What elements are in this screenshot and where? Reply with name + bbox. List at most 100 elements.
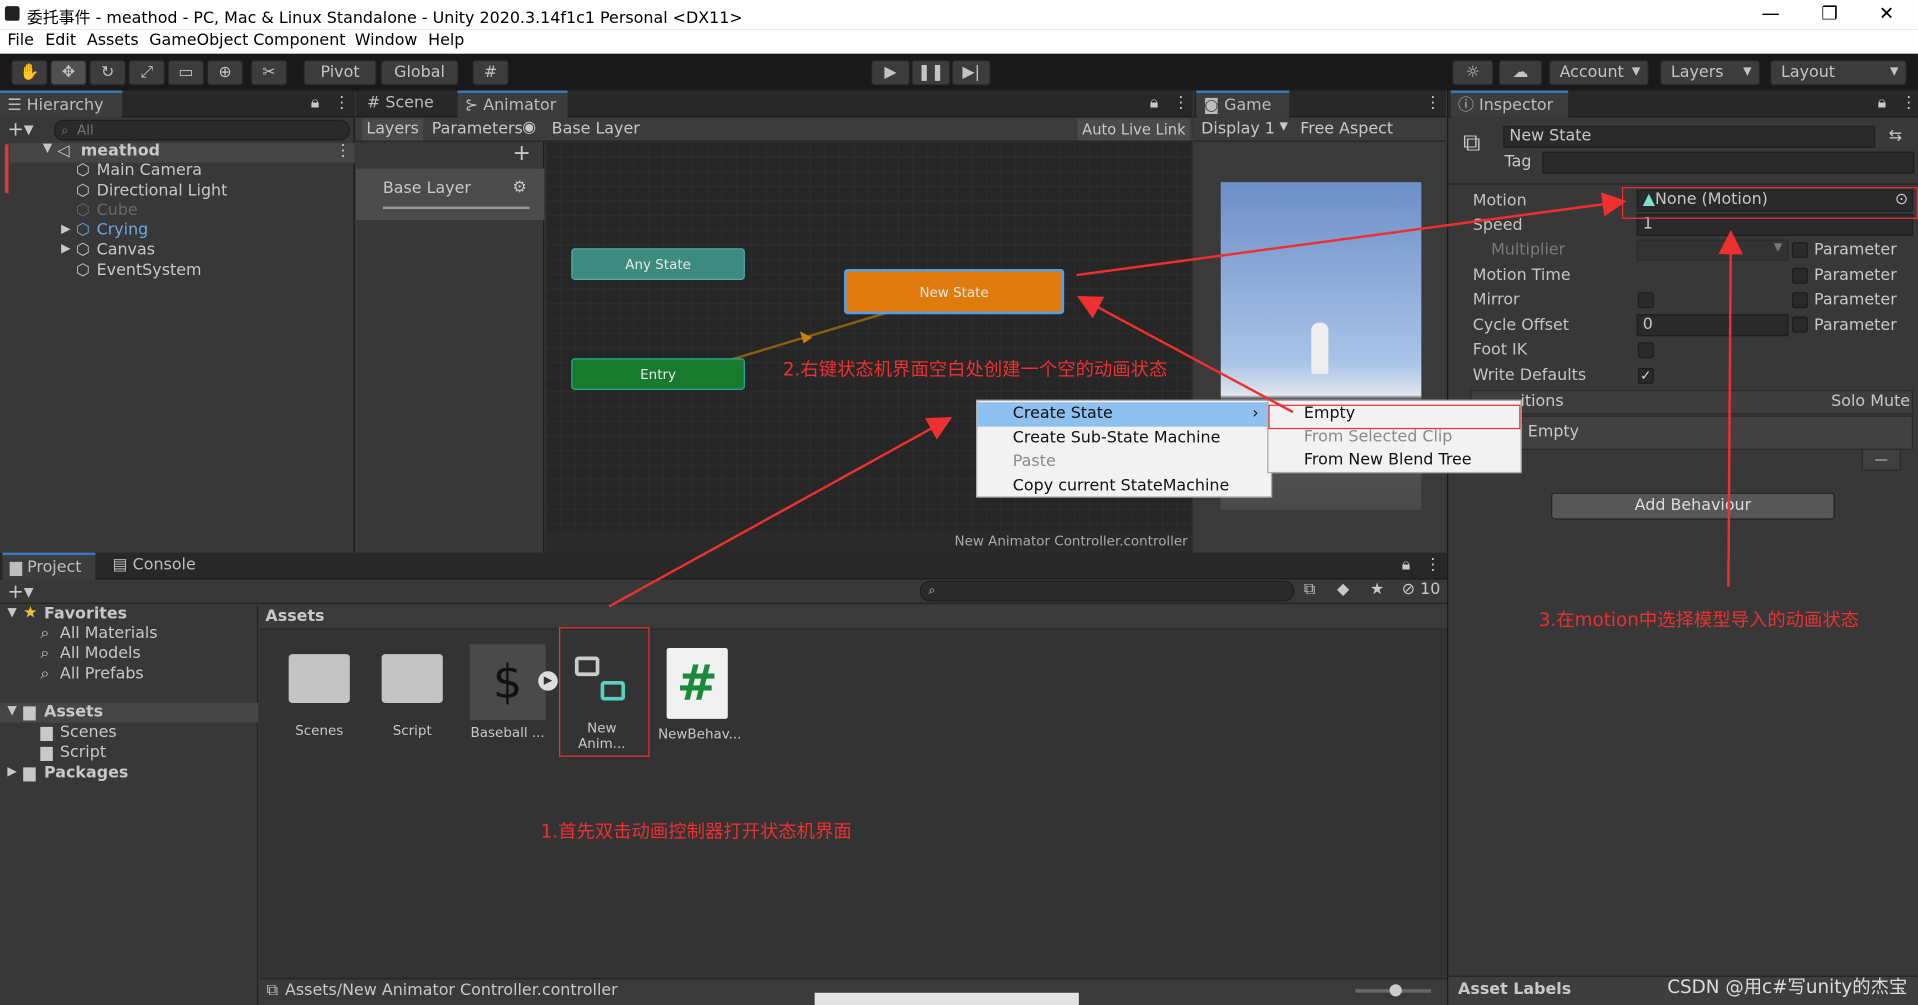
tab-animator[interactable]: ⊱ Animator [457, 90, 568, 118]
asset-item[interactable]: $ ▶ Baseball ... [468, 644, 558, 741]
layers-dropdown[interactable]: Layers ▼ [1659, 59, 1761, 86]
folder-script[interactable]: Script [60, 743, 106, 761]
write-defaults-checkbox[interactable]: ✓ [1637, 368, 1654, 384]
kebab-menu-icon[interactable]: ⋮ [334, 94, 350, 112]
fav-all-models[interactable]: All Models [60, 644, 141, 662]
expand-arrow-icon[interactable]: ▼ [7, 704, 16, 717]
menu-create-sub-state-machine[interactable]: Create Sub-State Machine [977, 427, 1271, 451]
display-dropdown[interactable]: Display 1 [1201, 120, 1275, 138]
multiplier-dropdown[interactable]: ▼ [1636, 239, 1789, 261]
tag-field[interactable] [1542, 151, 1915, 174]
submenu-from-new-blend-tree[interactable]: From New Blend Tree [1268, 449, 1520, 473]
filter-type-icon[interactable]: ⧉ [1304, 581, 1315, 599]
scale-tool-icon[interactable]: ⤢ [128, 59, 166, 86]
menu-assets[interactable]: Assets [87, 32, 139, 50]
tab-inspector[interactable]: ⓘ Inspector [1450, 90, 1569, 118]
eye-icon[interactable]: ◉ [522, 119, 536, 137]
play-button[interactable]: ▶ [870, 59, 911, 86]
close-button[interactable]: ✕ [1879, 2, 1894, 24]
layout-dropdown[interactable]: Layout ▼ [1769, 59, 1907, 86]
hidden-packages-icon[interactable]: ⊘ [1402, 581, 1415, 599]
hierarchy-item-eventsystem[interactable]: EventSystem [97, 262, 202, 280]
expand-arrow-icon[interactable]: ▼ [43, 142, 52, 155]
project-search-input[interactable]: ⌕ [919, 580, 1295, 602]
layer-weight-slider[interactable] [382, 206, 530, 210]
hierarchy-item-crying[interactable]: Crying [97, 221, 149, 239]
mirror-param-checkbox[interactable] [1791, 292, 1808, 309]
create-button[interactable]: +▾ [7, 580, 33, 603]
menu-file[interactable]: File [7, 32, 34, 50]
scene-menu-icon[interactable]: ⋮ [335, 142, 351, 160]
add-button[interactable]: +▾ [7, 117, 33, 140]
kebab-menu-icon[interactable]: ⋮ [1425, 556, 1441, 574]
tab-hierarchy[interactable]: ☰ Hierarchy [0, 90, 123, 118]
menu-edit[interactable]: Edit [45, 32, 76, 50]
collab-icon[interactable]: ☼ [1451, 59, 1494, 86]
scene-name[interactable]: meathod [81, 142, 160, 160]
kebab-menu-icon[interactable]: ⋮ [1425, 94, 1441, 112]
expand-arrow-icon[interactable]: ▶ [61, 242, 70, 255]
minimize-button[interactable]: — [1761, 2, 1779, 24]
settings-icon[interactable]: ⇆ [1889, 127, 1902, 145]
hierarchy-item-cube[interactable]: Cube [97, 202, 138, 220]
lock-icon[interactable]: 🔒︎ [311, 94, 319, 112]
asset-item[interactable]: # NewBehav... [658, 644, 741, 742]
cloud-icon[interactable]: ☁ [1498, 59, 1543, 86]
pivot-button[interactable]: Pivot [303, 59, 377, 86]
hierarchy-search-input[interactable]: ⌕ All [53, 119, 350, 141]
assets-folder-label[interactable]: Assets [44, 703, 103, 721]
icon-size-slider[interactable] [1355, 984, 1432, 997]
motion-time-param-checkbox[interactable] [1791, 267, 1808, 284]
account-dropdown[interactable]: Account ▼ [1548, 59, 1649, 86]
packages-folder-label[interactable]: Packages [44, 764, 128, 782]
any-state-node[interactable]: Any State [571, 248, 745, 280]
expand-arrow-icon[interactable]: ▶ [7, 765, 16, 778]
lock-icon[interactable]: 🔒︎ [1150, 94, 1158, 112]
pause-button[interactable]: ❚❚ [911, 59, 951, 86]
custom-tool-icon[interactable]: ✂ [250, 59, 288, 86]
menu-window[interactable]: Window [355, 32, 418, 50]
global-button[interactable]: Global [380, 59, 459, 86]
cycle-offset-param-checkbox[interactable] [1791, 316, 1808, 333]
base-layer-item[interactable]: Base Layer ⚙ [355, 168, 545, 221]
hierarchy-item-directional-light[interactable]: Directional Light [97, 182, 228, 200]
asset-item[interactable]: Scenes [280, 644, 358, 738]
animator-parameters-tab[interactable]: Parameters [432, 120, 523, 138]
add-behaviour-button[interactable]: Add Behaviour [1551, 492, 1835, 520]
expand-arrow-icon[interactable]: ▼ [7, 606, 16, 619]
tab-game[interactable]: ◙ Game [1196, 90, 1290, 118]
kebab-menu-icon[interactable]: ⋮ [1901, 94, 1917, 112]
remove-transition-button[interactable]: — [1861, 448, 1901, 471]
tab-project[interactable]: ▆ Project [2, 552, 96, 580]
asset-item[interactable]: Script [373, 644, 451, 738]
maximize-button[interactable]: ❐ [1821, 2, 1837, 24]
hand-tool-icon[interactable]: ✋ [11, 59, 48, 86]
grid-snap-icon[interactable]: # [472, 59, 509, 86]
entry-node[interactable]: Entry [571, 358, 745, 391]
foot-ik-checkbox[interactable] [1637, 342, 1654, 359]
aspect-dropdown[interactable]: Free Aspect [1300, 120, 1393, 138]
tab-console[interactable]: ▤ Console [105, 553, 203, 580]
asset-breadcrumb[interactable]: Assets [265, 608, 324, 626]
menu-component[interactable]: Component [253, 32, 345, 50]
new-state-node[interactable]: New State [844, 268, 1065, 315]
rotate-tool-icon[interactable]: ↻ [89, 59, 126, 86]
fav-all-materials[interactable]: All Materials [60, 625, 158, 643]
hierarchy-item-main-camera[interactable]: Main Camera [97, 161, 202, 179]
rect-tool-icon[interactable]: ▭ [167, 59, 205, 86]
favorites-label[interactable]: Favorites [44, 605, 127, 623]
animator-layers-tab[interactable]: Layers [362, 118, 424, 141]
favorite-icon[interactable]: ★ [1370, 581, 1384, 599]
menu-paste[interactable]: Paste [977, 450, 1271, 474]
fav-all-prefabs[interactable]: All Prefabs [60, 665, 144, 683]
play-preview-icon[interactable]: ▶ [538, 671, 558, 691]
move-tool-icon[interactable]: ✥ [50, 59, 87, 86]
gear-icon[interactable]: ⚙ [513, 178, 527, 196]
auto-live-link-button[interactable]: Auto Live Link [1077, 118, 1191, 141]
step-button[interactable]: ▶| [951, 59, 991, 86]
mirror-checkbox[interactable] [1637, 292, 1654, 309]
menu-create-state[interactable]: Create State › [977, 402, 1271, 427]
menu-help[interactable]: Help [428, 32, 464, 50]
menu-gameobject[interactable]: GameObject [149, 32, 248, 50]
assets-folder-row[interactable] [0, 702, 259, 723]
